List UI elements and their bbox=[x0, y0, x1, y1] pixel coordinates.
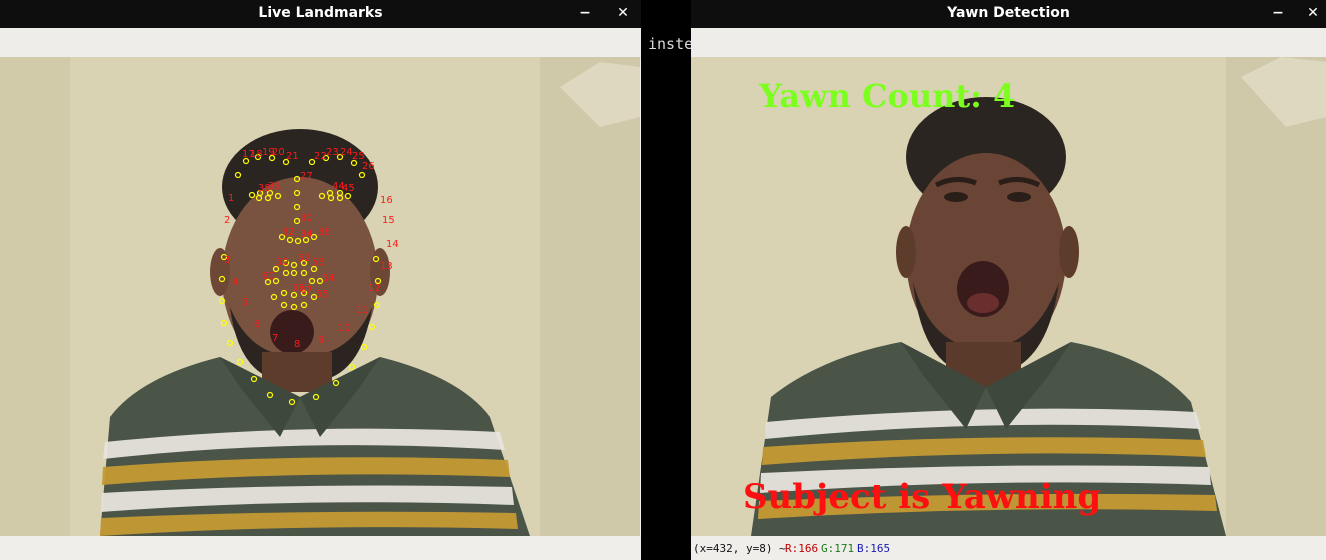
video-frame[interactable]: 1 2 3 4 5 6 7 8 9 10 11 12 13 14 15 16 1… bbox=[0, 57, 641, 536]
window-title: Yawn Detection bbox=[947, 5, 1070, 21]
landmark-label: 22 bbox=[314, 151, 327, 162]
landmark-label: 54 bbox=[322, 273, 335, 284]
landmark-label: 67 bbox=[300, 285, 313, 296]
landmark-label: 6 bbox=[254, 319, 261, 330]
landmark-label: 13 bbox=[380, 261, 393, 272]
yawn-count-label: Yawn Count: 4 bbox=[759, 77, 1016, 115]
landmark-label: 20 bbox=[272, 147, 285, 158]
landmark-label: 45 bbox=[342, 183, 355, 194]
toolbar bbox=[691, 28, 1326, 58]
window-title: Live Landmarks bbox=[258, 5, 383, 21]
title-bar[interactable]: Live Landmarks − ✕ bbox=[0, 0, 641, 28]
landmark-label: 21 bbox=[286, 151, 299, 162]
landmark-label: 2 bbox=[224, 215, 231, 226]
landmark-label: 18 bbox=[250, 149, 263, 160]
cursor-coords: (x=432, y=8) ~ bbox=[693, 542, 786, 555]
landmark-labels: 1 2 3 4 5 6 7 8 9 10 11 12 13 14 15 16 1… bbox=[0, 57, 641, 536]
landmark-label: 32 bbox=[282, 227, 295, 238]
pixel-g-value: G:171 bbox=[821, 542, 855, 555]
landmark-label: 39 bbox=[268, 181, 281, 192]
landmark-label: 53 bbox=[312, 257, 325, 268]
close-button[interactable]: ✕ bbox=[1302, 0, 1324, 26]
yawn-status-label: Subject is Yawning bbox=[743, 477, 1102, 517]
landmark-label: 34 bbox=[300, 229, 313, 240]
landmark-label: 8 bbox=[294, 339, 301, 350]
status-bar bbox=[0, 536, 641, 560]
toolbar bbox=[0, 28, 641, 58]
landmark-label: 27 bbox=[300, 171, 313, 182]
landmark-label: 30 bbox=[300, 213, 313, 224]
landmark-label: 9 bbox=[318, 335, 325, 346]
video-frame[interactable]: Yawn Count: 4 Subject is Yawning bbox=[691, 57, 1326, 536]
landmark-label: 14 bbox=[386, 239, 399, 250]
landmark-label: 36 bbox=[318, 227, 331, 238]
landmark-label: 1 bbox=[228, 193, 235, 204]
landmark-label: 50 bbox=[276, 257, 289, 268]
landmark-label: 55 bbox=[316, 289, 329, 300]
landmark-label: 60 bbox=[262, 271, 275, 282]
landmark-label: 4 bbox=[232, 277, 239, 288]
landmark-label: 23 bbox=[326, 147, 339, 158]
landmark-label: 12 bbox=[368, 283, 381, 294]
landmark-label: 26 bbox=[362, 161, 375, 172]
landmark-label: 3 bbox=[224, 255, 231, 266]
pixel-r-value: R:166 bbox=[785, 542, 819, 555]
landmark-label: 16 bbox=[380, 195, 393, 206]
landmark-label: 5 bbox=[242, 297, 249, 308]
camera-scene bbox=[691, 57, 1326, 536]
status-bar: (x=432, y=8) ~ R:166 G:171 B:165 bbox=[691, 536, 1326, 560]
landmark-label: 52 bbox=[298, 253, 311, 264]
yawn-detection-window[interactable]: Yawn Detection − ✕ Yawn Count: 4 Subject… bbox=[691, 0, 1326, 560]
landmark-label: 11 bbox=[356, 305, 369, 316]
close-button[interactable]: ✕ bbox=[612, 0, 634, 26]
landmark-label: 24 bbox=[340, 147, 353, 158]
pixel-b-value: B:165 bbox=[857, 542, 891, 555]
minimize-button[interactable]: − bbox=[1267, 0, 1289, 26]
landmark-label: 15 bbox=[382, 215, 395, 226]
terminal-text: inste bbox=[648, 35, 694, 53]
title-bar[interactable]: Yawn Detection − ✕ bbox=[691, 0, 1326, 28]
minimize-button[interactable]: − bbox=[574, 0, 596, 26]
landmark-label: 7 bbox=[272, 333, 279, 344]
live-landmarks-window[interactable]: Live Landmarks − ✕ 1 2 3 4 5 6 7 8 9 10 … bbox=[0, 0, 641, 560]
landmark-label: 10 bbox=[338, 323, 351, 334]
